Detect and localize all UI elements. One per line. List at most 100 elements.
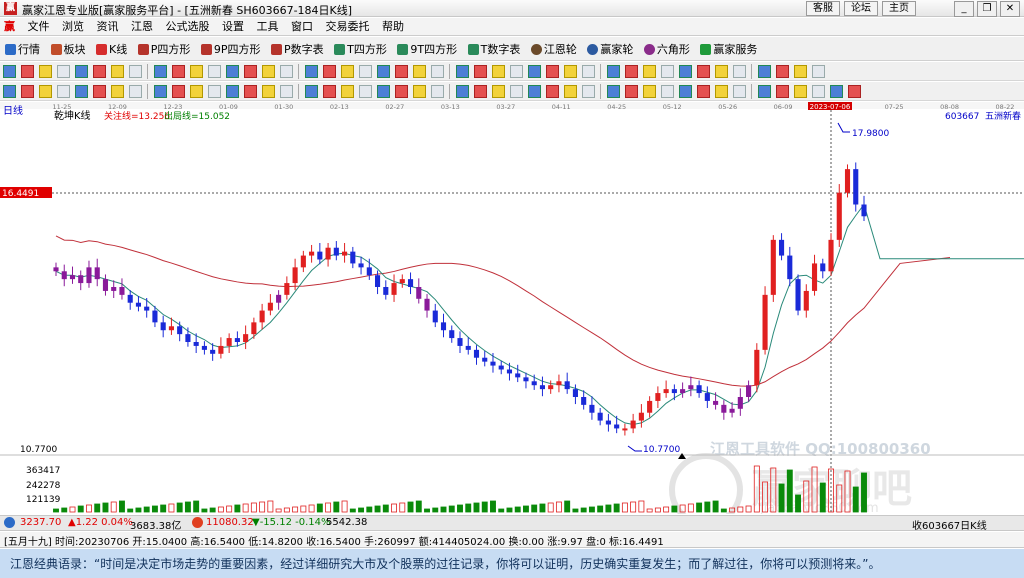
index2-value[interactable]: 11080.32 — [206, 517, 254, 528]
minimize-icon[interactable]: _ — [954, 1, 974, 17]
draw-tool-icon[interactable] — [848, 85, 861, 98]
view-tool-icon[interactable] — [715, 65, 728, 78]
view-tool-icon[interactable] — [492, 65, 505, 78]
tool-sector[interactable]: 板块 — [50, 37, 86, 61]
view-tool-icon[interactable] — [661, 65, 674, 78]
tool-9p-square[interactable]: 9P四方形 — [200, 37, 261, 61]
view-tool-icon[interactable] — [305, 65, 318, 78]
view-tool-icon[interactable] — [564, 65, 577, 78]
tool-9t-square[interactable]: 9T四方形 — [397, 37, 457, 61]
draw-tool-icon[interactable] — [510, 85, 523, 98]
draw-tool-icon[interactable] — [111, 85, 124, 98]
draw-tool-icon[interactable] — [154, 85, 167, 98]
draw-tool-icon[interactable] — [492, 85, 505, 98]
menu-file[interactable]: 文件 — [28, 18, 50, 36]
view-tool-icon[interactable] — [190, 65, 203, 78]
link-support[interactable]: 客服 — [806, 1, 840, 16]
draw-tool-icon[interactable] — [697, 85, 710, 98]
tool-t-square[interactable]: T四方形 — [334, 37, 387, 61]
view-tool-icon[interactable] — [244, 65, 257, 78]
view-tool-icon[interactable] — [75, 65, 88, 78]
draw-tool-icon[interactable] — [546, 85, 559, 98]
draw-tool-icon[interactable] — [679, 85, 692, 98]
menu-formula[interactable]: 公式选股 — [166, 18, 210, 36]
view-tool-icon[interactable] — [208, 65, 221, 78]
tool-service[interactable]: 赢家服务 — [700, 37, 757, 61]
view-tool-icon[interactable] — [431, 65, 444, 78]
view-tool-icon[interactable] — [456, 65, 469, 78]
view-tool-icon[interactable] — [607, 65, 620, 78]
draw-tool-icon[interactable] — [776, 85, 789, 98]
view-tool-icon[interactable] — [172, 65, 185, 78]
draw-tool-icon[interactable] — [244, 85, 257, 98]
view-tool-icon[interactable] — [510, 65, 523, 78]
link-forum[interactable]: 论坛 — [844, 1, 878, 16]
draw-tool-icon[interactable] — [323, 85, 336, 98]
draw-tool-icon[interactable] — [715, 85, 728, 98]
draw-tool-icon[interactable] — [21, 85, 34, 98]
draw-tool-icon[interactable] — [830, 85, 843, 98]
draw-tool-icon[interactable] — [341, 85, 354, 98]
view-tool-icon[interactable] — [812, 65, 825, 78]
draw-tool-icon[interactable] — [262, 85, 275, 98]
view-tool-icon[interactable] — [3, 65, 16, 78]
view-tool-icon[interactable] — [39, 65, 52, 78]
view-tool-icon[interactable] — [679, 65, 692, 78]
draw-tool-icon[interactable] — [305, 85, 318, 98]
view-tool-icon[interactable] — [546, 65, 559, 78]
draw-tool-icon[interactable] — [226, 85, 239, 98]
tool-t-table[interactable]: T数字表 — [467, 37, 520, 61]
view-tool-icon[interactable] — [643, 65, 656, 78]
restore-icon[interactable]: ❐ — [977, 1, 997, 17]
draw-tool-icon[interactable] — [607, 85, 620, 98]
draw-tool-icon[interactable] — [812, 85, 825, 98]
view-tool-icon[interactable] — [280, 65, 293, 78]
menu-browse[interactable]: 浏览 — [62, 18, 84, 36]
draw-tool-icon[interactable] — [794, 85, 807, 98]
draw-tool-icon[interactable] — [431, 85, 444, 98]
view-tool-icon[interactable] — [262, 65, 275, 78]
draw-tool-icon[interactable] — [413, 85, 426, 98]
view-tool-icon[interactable] — [758, 65, 771, 78]
draw-tool-icon[interactable] — [172, 85, 185, 98]
draw-tool-icon[interactable] — [280, 85, 293, 98]
view-tool-icon[interactable] — [528, 65, 541, 78]
menu-app-icon[interactable]: 赢 — [4, 18, 15, 36]
view-tool-icon[interactable] — [733, 65, 746, 78]
view-tool-icon[interactable] — [697, 65, 710, 78]
menu-help[interactable]: 帮助 — [382, 18, 404, 36]
draw-tool-icon[interactable] — [758, 85, 771, 98]
view-tool-icon[interactable] — [474, 65, 487, 78]
link-home[interactable]: 主页 — [882, 1, 916, 16]
view-tool-icon[interactable] — [625, 65, 638, 78]
view-tool-icon[interactable] — [395, 65, 408, 78]
view-tool-icon[interactable] — [341, 65, 354, 78]
tool-quotes[interactable]: 行情 — [5, 37, 40, 61]
menu-tools[interactable]: 工具 — [257, 18, 279, 36]
tool-hexagon[interactable]: 六角形 — [643, 37, 690, 61]
view-tool-icon[interactable] — [226, 65, 239, 78]
draw-tool-icon[interactable] — [93, 85, 106, 98]
draw-tool-icon[interactable] — [528, 85, 541, 98]
tool-p-square[interactable]: P四方形 — [137, 37, 190, 61]
draw-tool-icon[interactable] — [564, 85, 577, 98]
view-tool-icon[interactable] — [323, 65, 336, 78]
draw-tool-icon[interactable] — [129, 85, 142, 98]
menu-trade[interactable]: 交易委托 — [326, 18, 370, 36]
tool-kline[interactable]: K线 — [96, 37, 127, 61]
draw-tool-icon[interactable] — [733, 85, 746, 98]
draw-tool-icon[interactable] — [474, 85, 487, 98]
view-tool-icon[interactable] — [359, 65, 372, 78]
draw-tool-icon[interactable] — [377, 85, 390, 98]
draw-tool-icon[interactable] — [57, 85, 70, 98]
view-tool-icon[interactable] — [129, 65, 142, 78]
draw-tool-icon[interactable] — [625, 85, 638, 98]
menu-settings[interactable]: 设置 — [222, 18, 244, 36]
view-tool-icon[interactable] — [582, 65, 595, 78]
view-tool-icon[interactable] — [111, 65, 124, 78]
draw-tool-icon[interactable] — [661, 85, 674, 98]
tool-gann-wheel[interactable]: 江恩轮 — [530, 37, 577, 61]
index1-value[interactable]: 3237.70 — [20, 517, 61, 528]
kline-chart[interactable]: 11-25 12-09 12-23 01-09 01-30 02-13 02-27 03-13… — [0, 102, 1024, 514]
view-tool-icon[interactable] — [21, 65, 34, 78]
